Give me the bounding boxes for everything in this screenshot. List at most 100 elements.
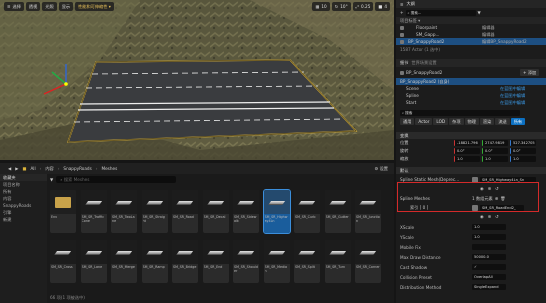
transform-value-field[interactable]: 1.0 [510,156,536,162]
transform-value-field[interactable]: 0.0° [510,148,536,154]
category-tab[interactable]: 杂项 [449,118,464,125]
source-item[interactable]: 引擎 [0,209,47,216]
visibility-icon[interactable] [400,32,404,37]
asset-tile[interactable]: SM_SR_Merge [111,240,137,283]
select-mode-button[interactable]: ≡ 选择 [4,2,24,11]
source-item[interactable]: 新建 [0,216,47,223]
asset-tile[interactable]: SM_SR_Lane [80,240,107,283]
scalability-button[interactable]: 性能和可伸缩性 ▾ [75,2,114,11]
property-value[interactable]: ✓ [472,264,506,270]
add-icon[interactable]: + [400,10,404,15]
visibility-icon[interactable] [400,39,404,44]
transform-value-field[interactable]: -18821.796 [454,140,480,146]
transform-value-field[interactable]: 0.0° [454,148,480,154]
crumb-all[interactable]: All [30,166,35,171]
asset-tile[interactable]: SM_SR_Split [294,240,320,283]
asset-tile[interactable]: SM_SR_Turn [324,240,351,283]
asset-tile[interactable]: SM_SR_Corner [355,240,381,283]
asset-tile[interactable]: SM_SR_Road [172,190,198,233]
visibility-icon[interactable] [400,25,404,30]
category-tab[interactable]: 物理 [464,118,479,125]
transform-value-field[interactable]: 1.0 [482,156,508,162]
outliner-row[interactable]: BP_SnappyRoad2 编辑BP_SnappyRoad2 [396,38,546,45]
filter-icon[interactable]: ▼ [478,10,481,15]
asset-search-input[interactable]: ⌕ 搜索 Meshes [56,175,177,183]
crumb-meshes[interactable]: Meshes [101,166,117,171]
category-tab[interactable]: Actor [415,118,433,125]
property-value[interactable] [472,244,506,250]
category-tab[interactable]: 所有 [510,118,526,125]
tab-details[interactable]: 细节 [400,60,408,66]
lighting-button[interactable]: 光照 [42,2,57,11]
level-viewport[interactable]: ≡ 选择 透视 光照 显示 性能和可伸缩性 ▾ ▦ 10 ↻ 10° ⤢ 0.25 ■ 4 [0,0,394,160]
add-component-button[interactable]: + 添加 [520,69,540,76]
component-item[interactable]: BP_SnappyRoad2 (自身) [396,78,546,85]
component-item[interactable]: Start 在蓝图中编辑 [396,99,546,106]
transform-value-field[interactable]: 1.0 [454,156,480,162]
outliner-row[interactable]: Floorpaint 编辑器 [396,24,546,31]
forward-icon[interactable]: ▶ [15,166,18,171]
asset-tile[interactable]: SM_SR_Median [263,240,290,283]
outliner-row[interactable]: SM_Gapp... 编辑器 [396,31,546,38]
crumb-content[interactable]: 内容 [45,166,53,172]
category-tab[interactable]: 渲染 [479,118,495,125]
rotation-snap-button[interactable]: ↻ 10° [331,2,351,11]
back-icon[interactable]: ◀ [8,166,11,171]
scale-snap-button[interactable]: ⤢ 0.25 [352,2,374,11]
show-button[interactable]: 显示 [58,2,74,11]
source-item[interactable]: 所有 [0,188,47,195]
edit-in-blueprint-link[interactable]: 在蓝图中编辑 [500,93,525,99]
asset-tile[interactable]: SM_SR_Straight [141,190,168,233]
asset-tile[interactable]: SM_SR_Highway4Ln [262,189,291,234]
transform-value-field[interactable]: 0.0° [482,148,508,154]
outliner-tab[interactable]: ≡ 大纲 [396,0,546,8]
source-item[interactable]: 收藏夹 [0,174,47,181]
asset-tile[interactable]: SM_SR_TwoLane [111,190,137,233]
asset-tile[interactable]: SM_SR_Bridge [172,240,198,283]
details-search-input[interactable]: ⌕ 搜索 [400,109,520,116]
asset-tile[interactable]: SM_SR_Decal [202,190,229,233]
folder-tile[interactable]: Env [50,190,76,233]
asset-tile[interactable]: SM_SR_Ramp [141,240,168,283]
property-value[interactable]: 1.0 [472,234,506,240]
component-item[interactable]: Spline 在蓝图中编辑 [396,92,546,99]
filter-icon[interactable]: ▼ [50,177,53,182]
asset-tile[interactable]: SM_SR_Junction [355,190,381,233]
outliner-search-input[interactable]: ⌕ 搜索... [405,9,476,16]
tab-world-settings[interactable]: 世界场景设置 [411,60,436,66]
source-item[interactable]: 内容 [0,195,47,202]
asset-tile[interactable]: SM_SR_Cross [50,240,76,283]
category-tab[interactable]: LOD [433,118,449,125]
component-item[interactable]: Scene 在蓝图中编辑 [396,85,546,92]
property-value[interactable]: 50000.0 [472,254,506,260]
outliner-header[interactable]: 项目标签 ▾ [396,17,546,24]
category-tab[interactable]: 通用 [400,118,415,125]
outliner-list: Floorpaint 编辑器 SM_Gapp... 编辑器 BP_SnappyRoad2… [396,24,546,45]
property-value[interactable]: OverlapAll [472,274,506,280]
edit-in-blueprint-link[interactable]: 在蓝图中编辑 [500,86,525,92]
perspective-button[interactable]: 透视 [25,2,41,11]
settings-button[interactable]: ⚙ 设置 [375,166,388,172]
transform-value-field[interactable]: 527.342705 [510,140,536,146]
asset-tile[interactable]: SM_SR_TrafficCone [80,190,107,233]
edit-in-blueprint-link[interactable]: 在蓝图中编辑 [500,100,525,106]
camera-speed-button[interactable]: ■ 4 [375,2,390,11]
property-value[interactable]: SingleExpand [472,284,506,290]
defaults-section[interactable]: 默认 [396,167,546,174]
asset-tile[interactable]: SM_SR_Sidewalk [233,190,259,233]
use-selected-icon[interactable]: ⊕ [488,214,492,219]
asset-tile[interactable]: SM_SR_End [202,240,229,283]
crumb-snappyroads[interactable]: SnappyRoads [63,166,91,171]
source-item[interactable]: SnappyRoads [0,202,47,209]
grid-snap-button[interactable]: ▦ 10 [312,2,330,11]
category-tab[interactable]: 流送 [495,118,510,125]
browse-icon[interactable]: ◉ [480,214,484,219]
transform-section[interactable]: 变换 [396,132,546,139]
property-value[interactable]: 1.0 [472,224,506,230]
transform-value-field[interactable]: 2747.9819 [482,140,508,146]
asset-tile[interactable]: SM_SR_Shoulder [233,240,259,283]
reset-icon[interactable]: ↺ [495,214,499,219]
source-item[interactable]: 项目名称 [0,181,47,188]
asset-tile[interactable]: SM_SR_Curb [294,190,320,233]
asset-tile[interactable]: SM_SR_Gutter [324,190,351,233]
